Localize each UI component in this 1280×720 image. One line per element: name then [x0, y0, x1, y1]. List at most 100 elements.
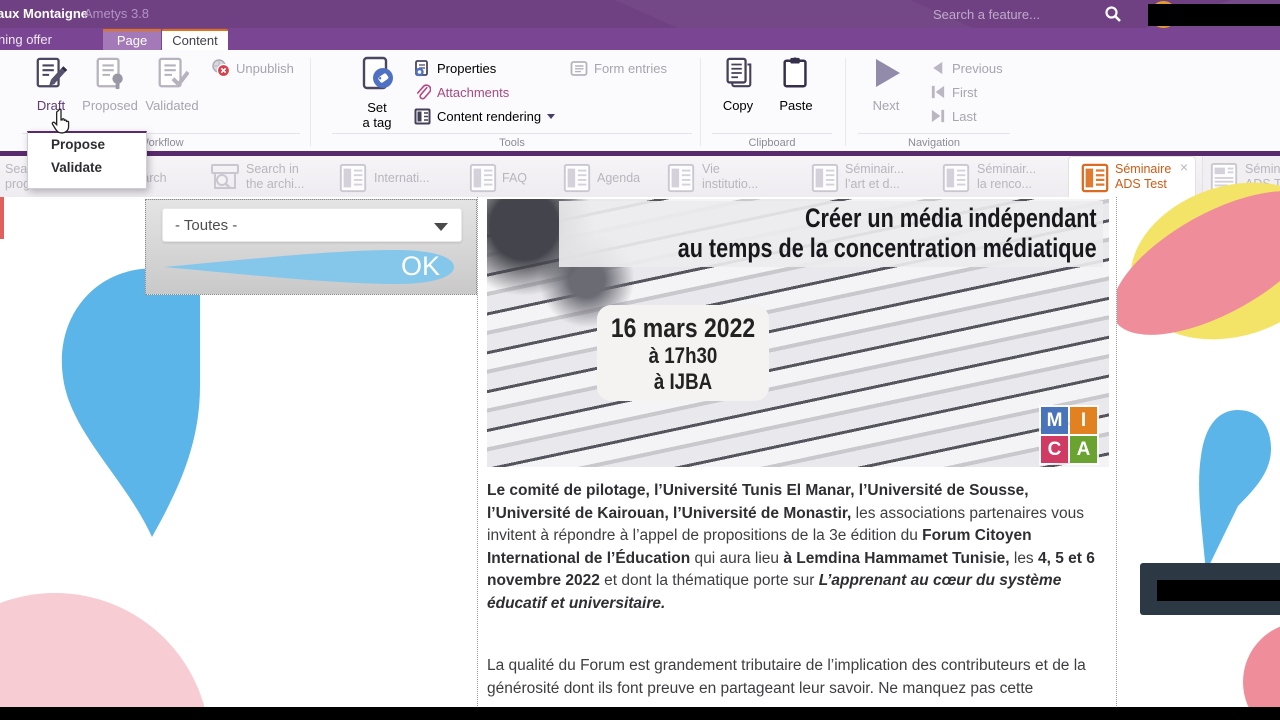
proposed-label: Proposed [82, 98, 138, 113]
paste-label: Paste [770, 98, 822, 113]
attachments-button[interactable]: Attachments [414, 84, 509, 101]
validated-document-check-icon [155, 56, 189, 90]
decor-pink-circle-right [1243, 622, 1280, 720]
redaction-bar-bottom [0, 707, 1280, 720]
ribbon: Draft Proposed Validated [0, 50, 1280, 152]
paperclip-icon [414, 84, 431, 101]
decor-pink-circle-left [0, 593, 210, 720]
previous-arrow-icon [930, 60, 946, 76]
set-a-tag-button[interactable]: Seta tag [352, 56, 402, 130]
tools-group-label: Tools [332, 137, 692, 149]
category-select-value: - Toutes - [175, 217, 237, 234]
poster-headline: Créer un média indépendant au temps de l… [559, 201, 1103, 267]
tab-content[interactable]: Content [162, 29, 228, 50]
close-tab-icon[interactable]: × [1180, 159, 1188, 175]
tool-tab-strip: Searchprograms Search Search inthe archi… [0, 156, 1280, 197]
feature-search-input[interactable]: Search a feature... [933, 7, 1040, 22]
properties-button[interactable]: Properties [414, 60, 496, 77]
content-rendering-caret-icon [547, 114, 555, 119]
unpublish-button[interactable]: Unpublish [212, 59, 294, 77]
article-paragraph-1: Le comité de pilotage, l’Université Tuni… [487, 480, 1109, 616]
tool-tab-vie-institutionnelle[interactable]: Vieinstitutio... [702, 162, 758, 192]
document-icon [810, 163, 840, 193]
content-rendering-button[interactable]: Content rendering [414, 108, 555, 125]
top-bar: aux Montaigne Ametys 3.8 Search a featur… [0, 0, 1280, 28]
copy-button[interactable]: Copy [712, 56, 764, 113]
filter-form: - Toutes - OK [145, 199, 477, 295]
mica-logo: M I C A [1039, 405, 1099, 465]
first-button[interactable]: First [930, 84, 977, 100]
menu-item-propose[interactable]: Propose [28, 133, 146, 156]
article-paragraph-2: La qualité du Forum est grandement tribu… [487, 655, 1109, 700]
last-arrow-icon [930, 108, 946, 124]
redaction-bar [1157, 580, 1280, 601]
menu-item-validate[interactable]: Validate [28, 156, 146, 179]
archive-search-icon [210, 163, 240, 191]
previous-button[interactable]: Previous [930, 60, 1003, 76]
group-divider [858, 133, 1010, 134]
site-title: aux Montaigne [0, 6, 88, 21]
proposed-document-icon [93, 56, 127, 90]
tab-page[interactable]: Page [103, 29, 161, 50]
select-caret-icon [434, 223, 448, 231]
tool-tab-international[interactable]: Internati... [374, 171, 430, 185]
navigation-group-label: Navigation [858, 137, 1010, 149]
active-tab-label: SéminaireADS Test [1115, 162, 1171, 192]
tool-tab-seminaire-ads-test[interactable]: SéminaireADS Test × [1068, 156, 1196, 197]
last-label: Last [952, 109, 977, 124]
tool-tab-agenda[interactable]: Agenda [597, 171, 640, 185]
validated-button[interactable]: Validated [142, 56, 202, 113]
group-separator [700, 58, 701, 146]
document-icon [666, 163, 696, 193]
properties-label: Properties [437, 61, 496, 76]
decor-blue-teardrop-left [57, 266, 203, 540]
poster-date-box: 16 mars 2022 à 17h30 à IJBA [597, 305, 769, 401]
redaction-bar [1148, 4, 1280, 26]
attachments-label: Attachments [437, 85, 509, 100]
draft-button[interactable]: Draft [28, 56, 74, 113]
tool-tab-faq[interactable]: FAQ [502, 171, 527, 185]
newspaper-poster-image: Créer un média indépendant au temps de l… [487, 199, 1109, 467]
validated-label: Validated [142, 98, 202, 113]
search-icon[interactable] [1104, 5, 1122, 23]
notification-box [1140, 563, 1280, 615]
last-button[interactable]: Last [930, 108, 977, 124]
group-divider [712, 133, 832, 134]
content-rendering-label: Content rendering [437, 109, 541, 124]
tool-tab-search-archives[interactable]: Search inthe archi... [246, 162, 304, 192]
document-icon [338, 163, 368, 193]
proposed-button[interactable]: Proposed [82, 56, 138, 113]
cursor-pointer-icon [50, 108, 72, 134]
group-separator [310, 58, 311, 146]
content-rendering-layout-icon [414, 108, 431, 125]
document-icon [468, 163, 498, 193]
draft-dropdown-menu: Propose Validate [27, 131, 147, 189]
ok-button-label: OK [401, 251, 440, 282]
document-icon-active [1080, 163, 1110, 193]
category-select[interactable]: - Toutes - [162, 208, 462, 242]
application-window: aux Montaigne Ametys 3.8 Search a featur… [0, 0, 1280, 720]
copy-icon [721, 56, 755, 90]
set-a-tag-label: Seta tag [352, 100, 402, 130]
copy-label: Copy [712, 98, 764, 113]
group-divider [332, 133, 692, 134]
group-separator [845, 58, 846, 146]
next-button[interactable]: Next [858, 56, 914, 113]
context-bar: ning offer Page Content [0, 28, 1280, 50]
tool-tab-seminaire-art[interactable]: Séminair...l’art et d... [845, 162, 904, 192]
form-entries-button[interactable]: Form entries [570, 60, 667, 77]
paste-button[interactable]: Paste [770, 56, 822, 113]
tool-tab-seminaire-rencontre[interactable]: Séminair...la renco... [977, 162, 1036, 192]
form-entries-label: Form entries [594, 61, 667, 76]
ok-button[interactable]: OK [162, 246, 458, 288]
first-label: First [952, 85, 977, 100]
breadcrumb: ning offer [0, 32, 52, 47]
previous-label: Previous [952, 61, 1003, 76]
draft-document-pencil-icon [34, 56, 68, 90]
set-tag-document-icon [359, 56, 395, 92]
decor-blue-teardrop-right [1196, 408, 1272, 574]
paste-clipboard-icon [779, 56, 813, 90]
product-version: Ametys 3.8 [84, 6, 149, 21]
unpublish-globe-x-icon [212, 59, 230, 77]
unpublish-label: Unpublish [236, 61, 294, 76]
